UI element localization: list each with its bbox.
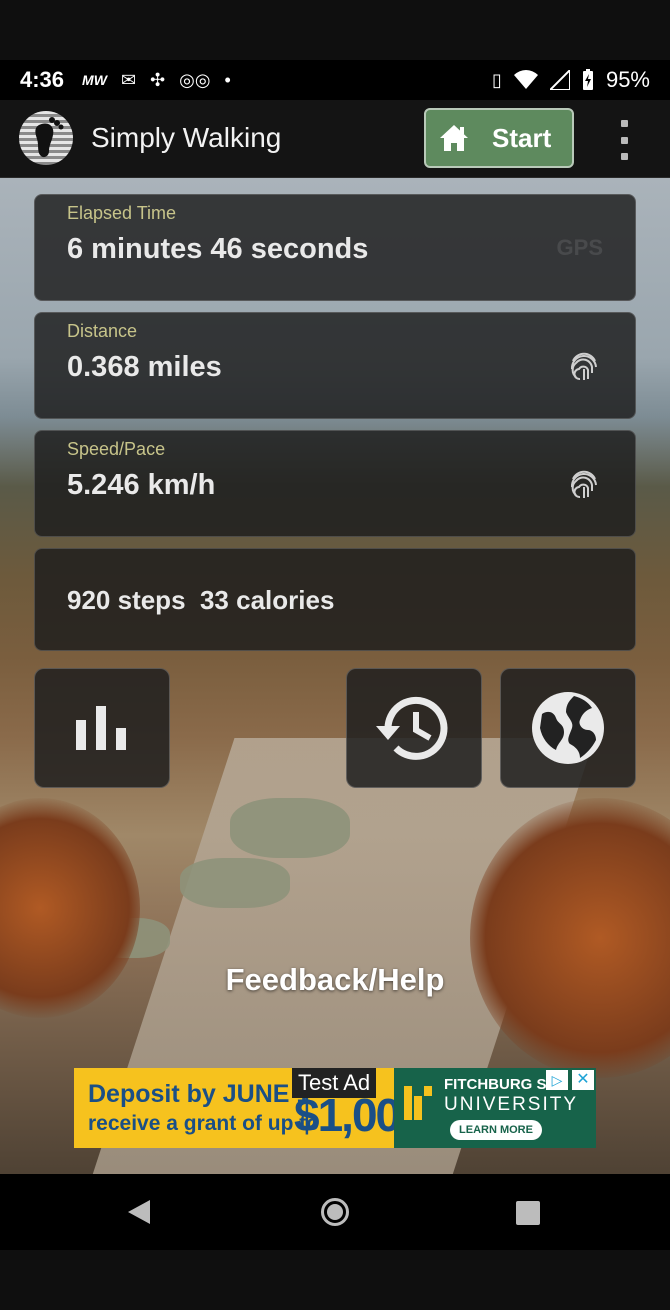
- footprint-logo-icon: [19, 111, 73, 165]
- steps-calories-card: 920 steps 33 calories: [34, 548, 636, 651]
- dot-icon: •: [224, 69, 231, 90]
- distance-card: Distance 0.368 miles: [34, 312, 636, 419]
- speed-label: Speed/Pace: [67, 439, 166, 459]
- feedback-help-link[interactable]: Feedback/Help: [0, 962, 670, 998]
- recents-icon[interactable]: [516, 1201, 540, 1225]
- map-button[interactable]: [500, 668, 636, 788]
- history-icon: [376, 696, 448, 760]
- start-button[interactable]: Start: [424, 108, 574, 168]
- status-time: 4:36: [20, 67, 65, 92]
- ad-university-word: UNIVERSITY: [444, 1094, 579, 1115]
- pinwheel-icon: ✣: [150, 69, 166, 90]
- rock: [230, 798, 350, 858]
- voicemail-icon: ◎◎: [179, 69, 211, 90]
- system-nav-bar: [0, 1174, 670, 1250]
- status-right: ▯ 95%: [492, 67, 650, 93]
- battery-charging-icon: [582, 69, 593, 90]
- distance-value: 0.368 miles: [67, 351, 222, 383]
- stats-button[interactable]: [34, 668, 170, 788]
- ad-close-icon[interactable]: ✕: [572, 1070, 594, 1090]
- steps-calories-text: 920 steps 33 calories: [67, 585, 335, 615]
- test-ad-label: Test Ad: [292, 1068, 377, 1098]
- signal-icon: [549, 70, 570, 90]
- speed-card: Speed/Pace 5.246 km/h: [34, 430, 636, 537]
- university-logo-icon: [404, 1086, 432, 1120]
- app-title: Simply Walking: [91, 122, 282, 153]
- fingerprint-icon[interactable]: [567, 349, 601, 383]
- status-bar: 4:36 MW ✉ ✣ ◎◎ • ▯ 95%: [0, 60, 670, 100]
- app-bar: Simply Walking Start: [0, 100, 670, 178]
- battery-percent: 95%: [605, 67, 650, 92]
- home-icon: [440, 125, 468, 151]
- distance-label: Distance: [67, 321, 138, 341]
- speed-value: 5.246 km/h: [67, 469, 216, 501]
- ad-right-panel: FITCHBURG S UNIVERSITY LEARN MORE ▷ ✕: [394, 1068, 596, 1148]
- bottom-spacer: [0, 1250, 670, 1310]
- ad-banner[interactable]: Deposit by JUNE 1 receive a grant of up …: [74, 1068, 596, 1148]
- overflow-menu-icon[interactable]: [612, 120, 636, 160]
- vibrate-icon: ▯: [492, 69, 502, 90]
- fingerprint-icon[interactable]: [567, 467, 601, 501]
- history-button[interactable]: [346, 668, 482, 788]
- elapsed-time-label: Elapsed Time: [67, 203, 177, 223]
- gps-indicator: GPS: [556, 235, 603, 260]
- top-spacer: [0, 0, 670, 60]
- ad-subline: receive a grant of up to: [88, 1112, 320, 1135]
- ad-learn-more-button[interactable]: LEARN MORE: [450, 1120, 542, 1140]
- wifi-icon: [513, 70, 538, 89]
- rock: [180, 858, 290, 908]
- elapsed-time-card: Elapsed Time 6 minutes 46 seconds GPS: [34, 194, 636, 301]
- ad-choices-icon[interactable]: ▷: [546, 1070, 568, 1090]
- ad-left-panel: Deposit by JUNE 1 receive a grant of up …: [74, 1068, 425, 1148]
- start-button-label: Start: [492, 122, 552, 153]
- ad-university-name: FITCHBURG S: [444, 1076, 547, 1093]
- bar-chart-icon: [76, 706, 126, 750]
- globe-icon: [532, 692, 604, 764]
- elapsed-time-value: 6 minutes 46 seconds: [67, 233, 369, 265]
- gmail-icon: ✉: [120, 69, 137, 90]
- home-nav-icon[interactable]: [321, 1198, 349, 1226]
- mw-icon: MW: [82, 72, 107, 88]
- back-icon[interactable]: [128, 1200, 150, 1224]
- ad-headline: Deposit by JUNE 1: [88, 1080, 311, 1108]
